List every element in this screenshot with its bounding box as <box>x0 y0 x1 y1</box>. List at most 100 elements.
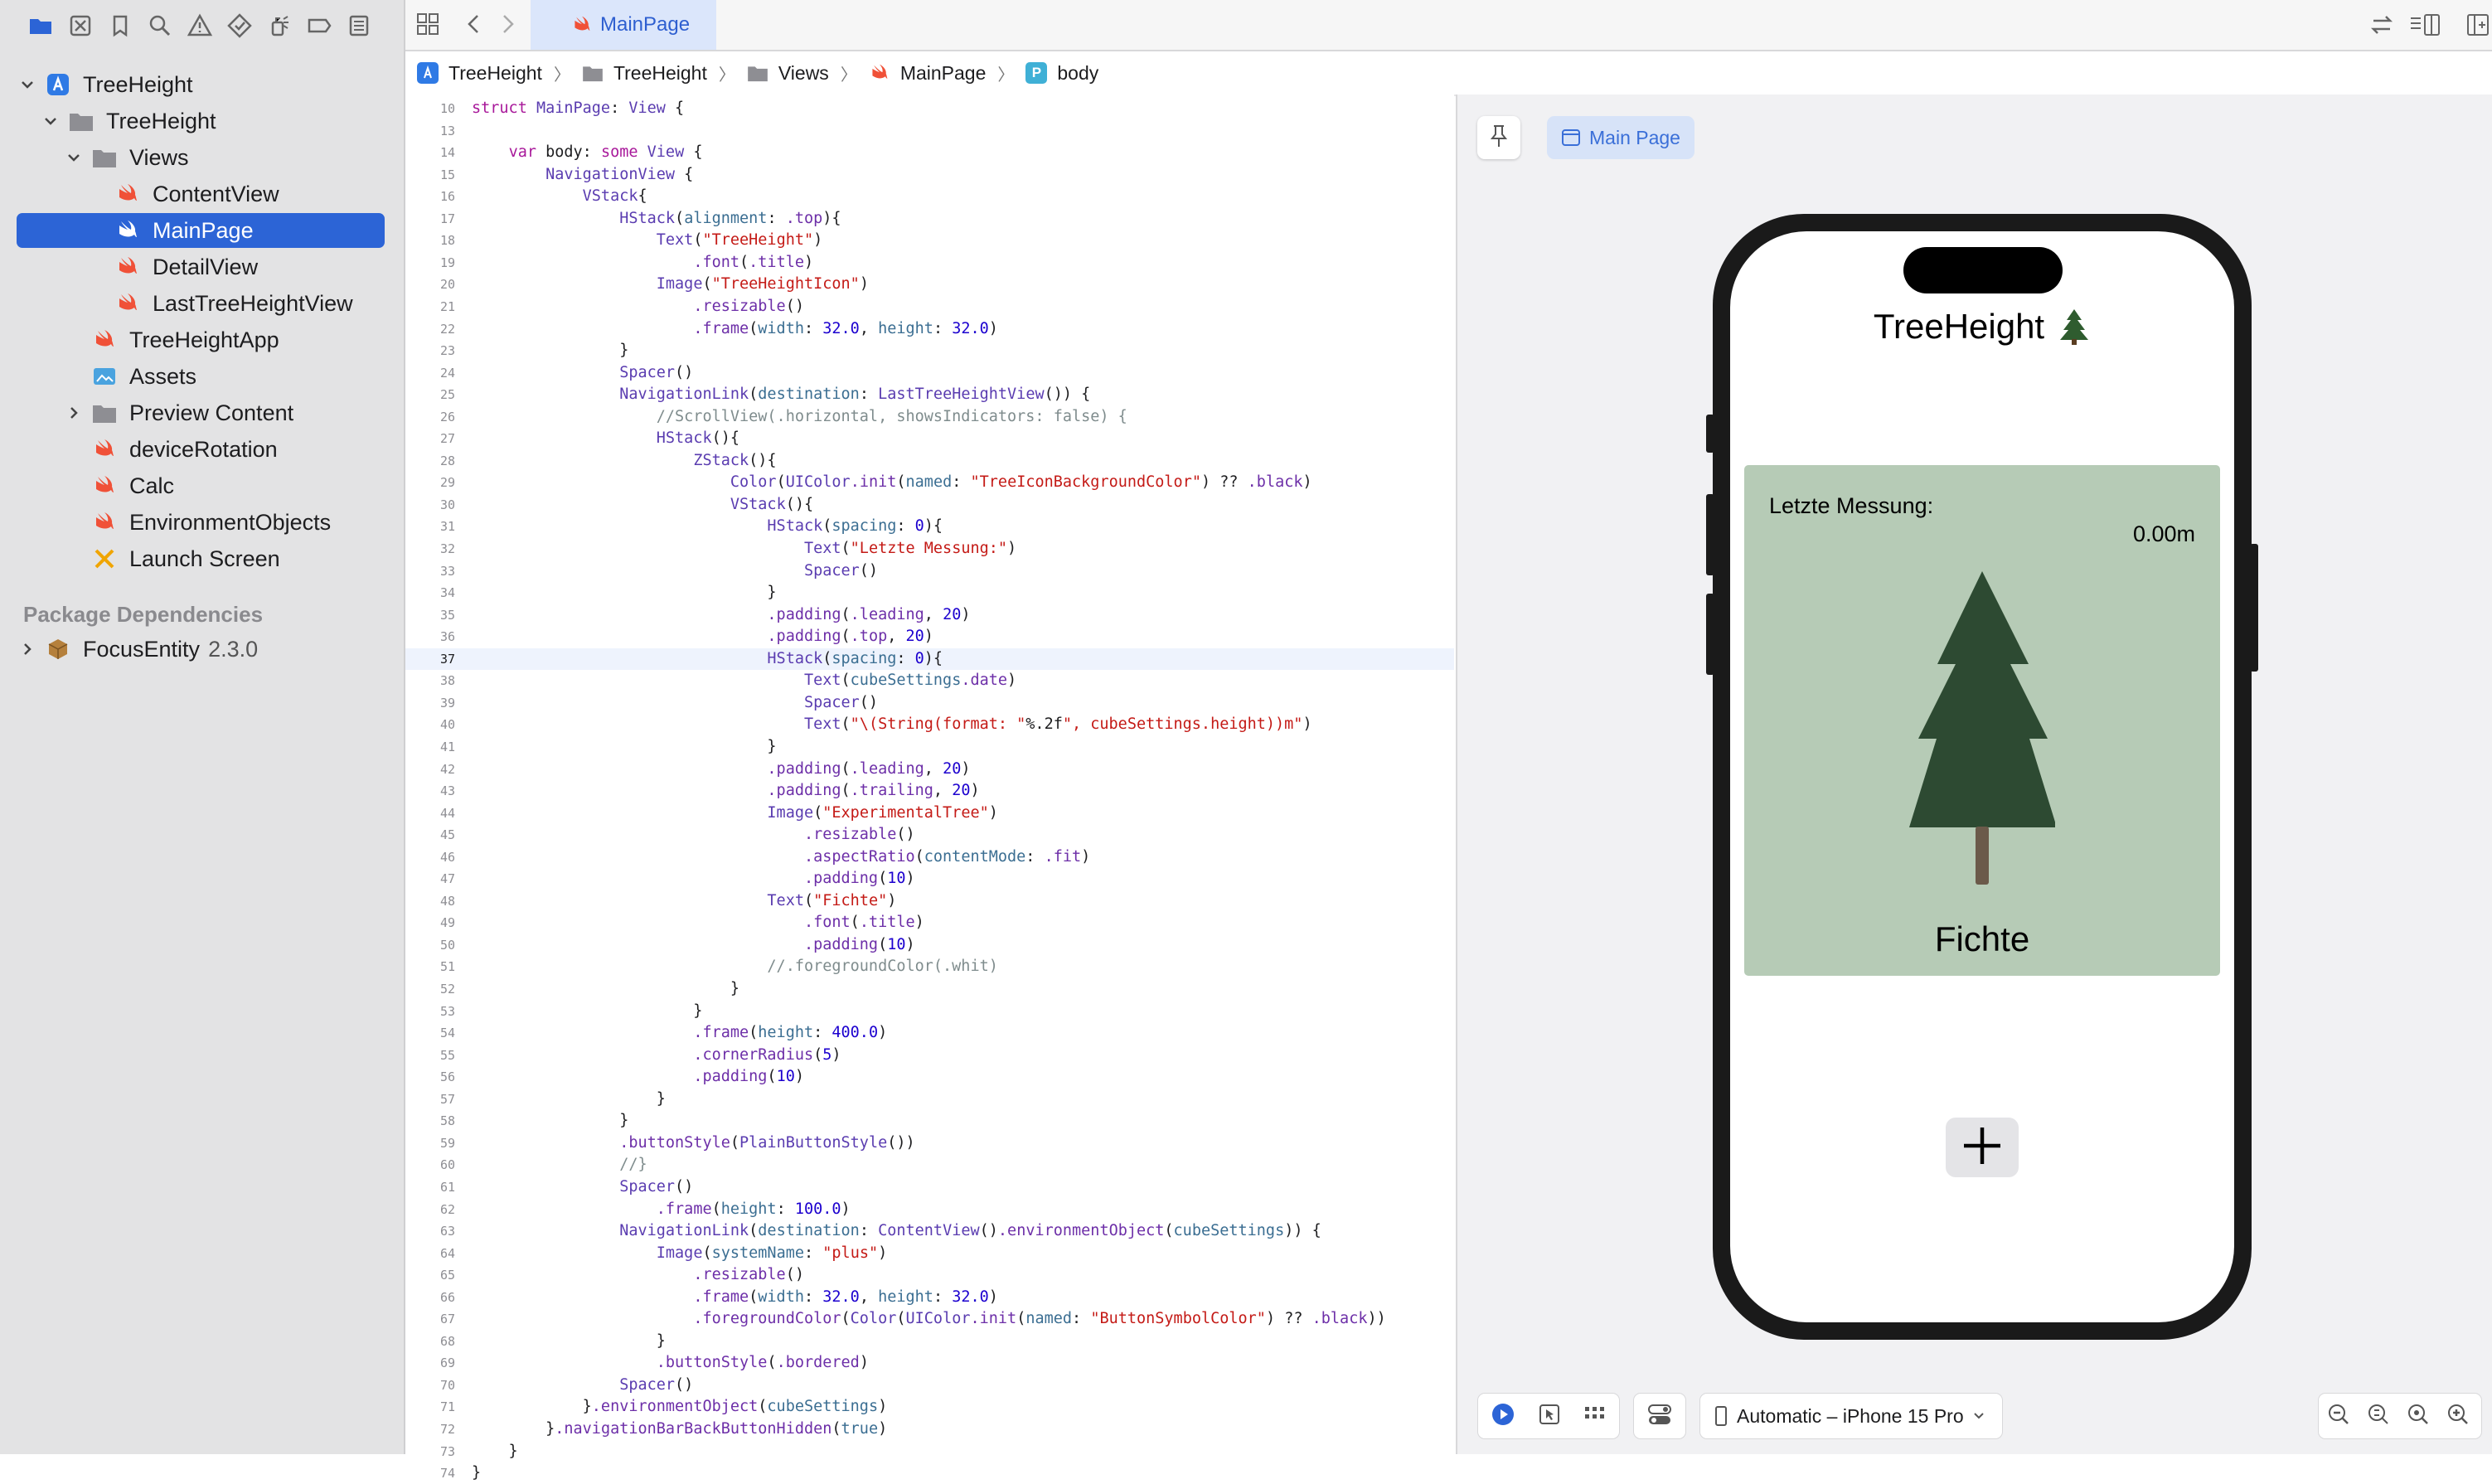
zoom-fit-icon[interactable] <box>2405 1402 2435 1431</box>
chevron-right-icon[interactable] <box>18 640 36 658</box>
code-line[interactable]: 56 .padding(10) <box>405 1066 1454 1088</box>
code-line[interactable]: 37 HStack(spacing: 0){ <box>405 647 1454 670</box>
device-selector[interactable]: Automatic – iPhone 15 Pro <box>1699 1393 2003 1439</box>
zoom-in-icon[interactable] <box>2445 1402 2475 1431</box>
code-line[interactable]: 53 } <box>405 1001 1454 1022</box>
tree-item-mainpage[interactable]: MainPage <box>17 213 385 248</box>
code-line[interactable]: 41 } <box>405 736 1454 758</box>
find-icon[interactable] <box>146 12 174 40</box>
grid-icon[interactable] <box>415 12 440 41</box>
code-line[interactable]: 18 Text("TreeHeight") <box>405 230 1454 251</box>
code-line[interactable]: 35 .padding(.leading, 20) <box>405 604 1454 626</box>
tree-item-lasttreeheightview[interactable]: LastTreeHeightView <box>114 286 353 321</box>
chevron-down-icon[interactable] <box>18 75 36 94</box>
code-line[interactable]: 49 .font(.title) <box>405 912 1454 934</box>
tree-item-contentview[interactable]: ContentView <box>114 177 279 211</box>
code-line[interactable]: 45 .resizable() <box>405 824 1454 846</box>
code-line[interactable]: 44 Image("ExperimentalTree") <box>405 803 1454 824</box>
breadcrumb-group[interactable]: TreeHeight 〉 <box>582 61 735 85</box>
code-line[interactable]: 22 .frame(width: 32.0, height: 32.0) <box>405 318 1454 340</box>
add-editor-icon[interactable] <box>2465 12 2490 42</box>
code-line[interactable]: 66 .frame(width: 32.0, height: 32.0) <box>405 1287 1454 1308</box>
code-editor[interactable]: 10 struct MainPage: View {13 14 var body: … <box>405 95 1454 1482</box>
code-line[interactable]: 25 NavigationLink(destination: LastTreeH… <box>405 384 1454 405</box>
code-line[interactable]: 63 NavigationLink(destination: ContentVi… <box>405 1220 1454 1242</box>
code-line[interactable]: 23 } <box>405 340 1454 361</box>
code-line[interactable]: 72 }.navigationBarBackButtonHidden(true) <box>405 1419 1454 1440</box>
variants-grid-icon[interactable] <box>1583 1404 1607 1428</box>
code-line[interactable]: 31 HStack(spacing: 0){ <box>405 516 1454 537</box>
inspector-toggle-icon[interactable] <box>2408 12 2441 42</box>
device-settings-button[interactable] <box>1633 1393 1686 1439</box>
code-line[interactable]: 51 //.foregroundColor(.whit) <box>405 956 1454 977</box>
code-line[interactable]: 24 Spacer() <box>405 362 1454 384</box>
code-line[interactable]: 40 Text("\(String(format: "%.2f", cubeSe… <box>405 714 1454 735</box>
code-line[interactable]: 69 .buttonStyle(.bordered) <box>405 1352 1454 1374</box>
code-line[interactable]: 68 } <box>405 1331 1454 1352</box>
code-line[interactable]: 60 //} <box>405 1154 1454 1176</box>
breakpoint-icon[interactable] <box>305 12 333 40</box>
code-line[interactable]: 17 HStack(alignment: .top){ <box>405 208 1454 230</box>
add-measurement-button[interactable] <box>1946 1118 2019 1177</box>
breadcrumb-views[interactable]: Views 〉 <box>747 61 857 85</box>
code-line[interactable]: 29 Color(UIColor.init(named: "TreeIconBa… <box>405 472 1454 493</box>
tree-item-preview-content[interactable]: Preview Content <box>65 395 293 430</box>
forward-chevron-icon[interactable] <box>495 12 520 41</box>
swap-arrows-icon[interactable] <box>2368 12 2395 42</box>
last-measurement-card[interactable]: Letzte Messung: 0.00m Fichte <box>1744 465 2220 976</box>
code-line[interactable]: 34 } <box>405 582 1454 604</box>
breadcrumb-project[interactable]: TreeHeight 〉 <box>417 61 570 85</box>
code-line[interactable]: 36 .padding(.top, 20) <box>405 626 1454 647</box>
debug-spray-icon[interactable] <box>265 12 293 40</box>
back-chevron-icon[interactable] <box>462 12 487 41</box>
tree-item-group-views[interactable]: Views <box>65 140 189 175</box>
code-line[interactable]: 33 Spacer() <box>405 560 1454 582</box>
code-line[interactable]: 62 .frame(height: 100.0) <box>405 1199 1454 1220</box>
tree-item-launch-screen[interactable]: Launch Screen <box>91 541 280 576</box>
code-line[interactable]: 43 .padding(.trailing, 20) <box>405 780 1454 802</box>
code-line[interactable]: 48 Text("Fichte") <box>405 890 1454 912</box>
code-line[interactable]: 38 Text(cubeSettings.date) <box>405 670 1454 691</box>
tree-item-package[interactable]: FocusEntity 2.3.0 <box>18 632 258 667</box>
code-line[interactable]: 65 .resizable() <box>405 1264 1454 1286</box>
code-line[interactable]: 54 .frame(height: 400.0) <box>405 1022 1454 1044</box>
report-icon[interactable] <box>345 12 373 40</box>
breadcrumb-symbol[interactable]: P body <box>1025 62 1098 85</box>
code-line[interactable]: 26 //ScrollView(.horizontal, showsIndica… <box>405 406 1454 428</box>
code-line[interactable]: 28 ZStack(){ <box>405 450 1454 472</box>
tree-item-devicerotation[interactable]: deviceRotation <box>91 432 278 467</box>
live-play-icon[interactable] <box>1491 1402 1515 1431</box>
chevron-down-icon[interactable] <box>65 148 83 167</box>
code-line[interactable]: 67 .foregroundColor(Color(UIColor.init(n… <box>405 1308 1454 1330</box>
code-line[interactable]: 71 }.environmentObject(cubeSettings) <box>405 1396 1454 1418</box>
code-line[interactable]: 70 Spacer() <box>405 1375 1454 1396</box>
code-line[interactable]: 55 .cornerRadius(5) <box>405 1045 1454 1066</box>
code-line[interactable]: 27 HStack(){ <box>405 428 1454 449</box>
code-line[interactable]: 58 } <box>405 1110 1454 1132</box>
code-line[interactable]: 61 Spacer() <box>405 1176 1454 1198</box>
code-line[interactable]: 39 Spacer() <box>405 692 1454 714</box>
tab-mainpage[interactable]: MainPage <box>531 0 716 50</box>
folder-navigator-icon[interactable] <box>27 12 55 40</box>
code-line[interactable]: 73 } <box>405 1441 1454 1462</box>
code-line[interactable]: 42 .padding(.leading, 20) <box>405 759 1454 780</box>
code-line[interactable]: 74} <box>405 1462 1454 1484</box>
code-line[interactable]: 32 Text("Letzte Messung:") <box>405 538 1454 560</box>
tree-item-environmentobjects[interactable]: EnvironmentObjects <box>91 505 331 540</box>
tree-item-detailview[interactable]: DetailView <box>114 250 258 284</box>
code-line[interactable]: 15 NavigationView { <box>405 164 1454 186</box>
code-line[interactable]: 10 struct MainPage: View { <box>405 98 1454 119</box>
test-diamond-icon[interactable] <box>225 12 254 40</box>
code-line[interactable]: 57 } <box>405 1089 1454 1110</box>
code-line[interactable]: 21 .resizable() <box>405 296 1454 318</box>
tree-item-calc[interactable]: Calc <box>91 468 174 503</box>
zoom-100-icon[interactable] <box>2365 1402 2395 1431</box>
zoom-out-icon[interactable] <box>2325 1402 2355 1431</box>
code-line[interactable]: 19 .font(.title) <box>405 252 1454 274</box>
code-line[interactable]: 30 VStack(){ <box>405 494 1454 516</box>
tree-item-assets[interactable]: Assets <box>91 359 196 394</box>
chevron-right-icon[interactable] <box>65 404 83 422</box>
code-line[interactable]: 20 Image("TreeHeightIcon") <box>405 274 1454 295</box>
preview-tab-main-page[interactable]: Main Page <box>1547 116 1694 159</box>
selectable-cursor-icon[interactable] <box>1539 1404 1560 1429</box>
